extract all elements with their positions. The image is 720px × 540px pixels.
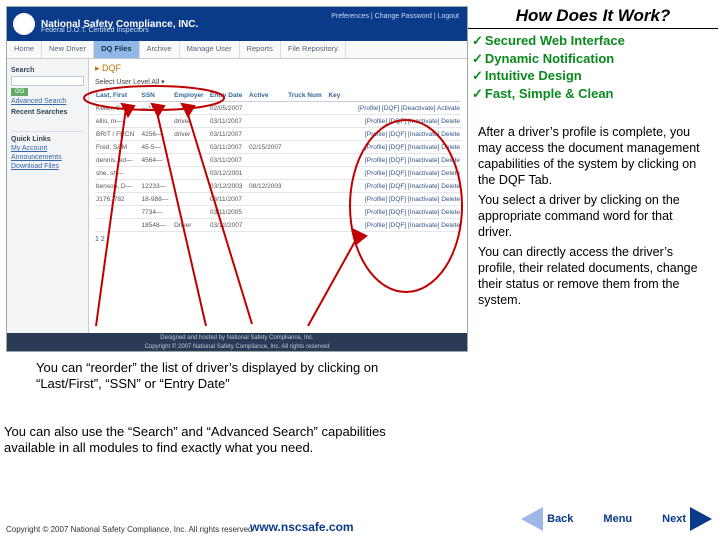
feature-bullets: ✓Secured Web Interface ✓Dynamic Notifica… [472,32,716,102]
app-header: National Safety Compliance, INC. Federal… [7,7,467,41]
main-panel: ▸ DQF Select User Level All ▾ Last, Firs… [89,59,467,333]
body-text: After a driver’s profile is complete, yo… [478,124,710,312]
slide-nav: Back Menu Next [521,506,712,532]
app-footer: Designed and hosted by National Safety C… [7,333,467,351]
back-button[interactable]: Back [521,507,573,531]
menu-button[interactable]: Menu [603,513,632,525]
driver-table: Last, FirstSSNEmployerEntry DateActiveTr… [95,90,461,232]
next-button[interactable]: Next [662,507,712,531]
website-url: www.nscsafe.com [250,520,354,534]
app-screenshot: National Safety Compliance, INC. Federal… [6,6,468,352]
caption-search: You can also use the “Search” and “Advan… [4,424,440,457]
copyright: Copyright © 2007 National Safety Complia… [6,525,252,534]
caption-reorder: You can “reorder” the list of driver’s d… [36,360,402,393]
logo-seal [13,13,35,35]
sidebar: Search GO Advanced Search Recent Searche… [7,59,89,333]
slide-title: How Does It Work? [468,6,718,29]
nav-tabs: HomeNew DriverDQ FilesArchiveManage User… [7,41,467,59]
